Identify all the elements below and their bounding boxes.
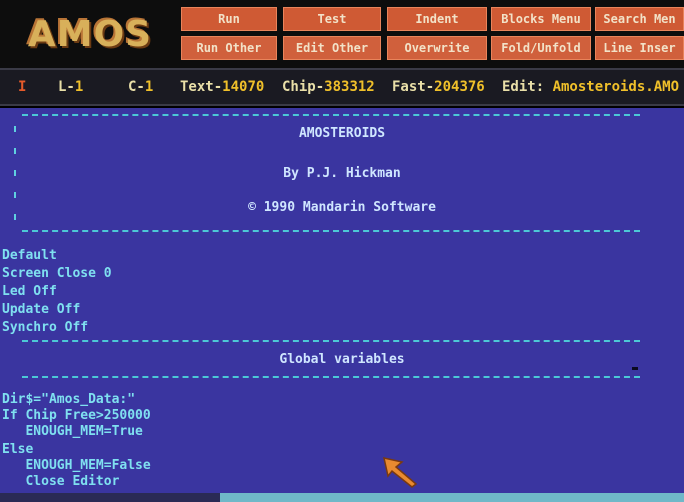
fast-value: 204376 (434, 79, 485, 95)
run-other-button[interactable]: Run Other (181, 36, 277, 60)
comment-separator (22, 230, 640, 232)
edit-other-button[interactable]: Edit Other (283, 36, 381, 60)
blocks-menu-button[interactable]: Blocks Menu (491, 7, 591, 31)
comment-separator (22, 376, 640, 378)
insert-mode-indicator: I (18, 79, 27, 95)
code-line[interactable]: ENOUGH_MEM=True (2, 424, 142, 439)
program-copyright: © 1990 Mandarin Software (248, 200, 436, 215)
column-label: C- (128, 79, 145, 95)
edit-filename: Amosteroids.AMO (552, 79, 680, 95)
code-line[interactable]: Close Editor (2, 474, 119, 489)
overwrite-button[interactable]: Overwrite (387, 36, 487, 60)
program-title: AMOSTEROIDS (298, 126, 386, 141)
code-line[interactable]: ENOUGH_MEM=False (2, 458, 150, 473)
edit-filename-indicator: Edit: Amosteroids.AMO (502, 79, 679, 95)
code-editor[interactable]: AMOSTEROIDS By P.J. Hickman © 1990 Manda… (0, 108, 684, 493)
code-line[interactable]: Default (2, 248, 57, 263)
code-line[interactable]: Led Off (2, 284, 57, 299)
code-line[interactable]: Else (2, 442, 33, 457)
text-label: Text- (180, 79, 223, 95)
text-cursor-mark (632, 367, 638, 370)
scrollbar-thumb[interactable] (0, 493, 220, 502)
section-title: Global variables (279, 352, 405, 367)
fold-marker (14, 148, 16, 154)
toolbar: AMOS Run Test Indent Blocks Menu Search … (0, 0, 684, 68)
code-line[interactable]: If Chip Free>250000 (2, 408, 151, 423)
status-bar: I L-1 C-1 Text-14070 Chip-383312 Fast-20… (0, 68, 684, 106)
fast-memory-indicator: Fast-204376 (392, 79, 485, 95)
text-value: 14070 (222, 79, 265, 95)
logo-text: AMOS (27, 13, 153, 55)
test-button[interactable]: Test (283, 7, 381, 31)
run-button[interactable]: Run (181, 7, 277, 31)
indent-button[interactable]: Indent (387, 7, 487, 31)
column-indicator: C-1 (128, 79, 153, 95)
comment-separator (22, 340, 640, 342)
horizontal-scrollbar[interactable] (0, 493, 684, 502)
mouse-pointer-arrow-icon (383, 457, 418, 488)
fold-marker (14, 192, 16, 198)
chip-memory-indicator: Chip-383312 (282, 79, 375, 95)
code-line[interactable]: Screen Close 0 (2, 266, 112, 281)
line-indicator: L-1 (58, 79, 83, 95)
line-value: 1 (74, 79, 84, 95)
fold-unfold-button[interactable]: Fold/Unfold (491, 36, 591, 60)
amos-logo: AMOS (0, 0, 180, 68)
column-value: 1 (144, 79, 154, 95)
code-line[interactable]: Dir$="Amos_Data:" (2, 392, 135, 407)
code-line[interactable]: Update Off (2, 302, 80, 317)
code-line[interactable]: Synchro Off (2, 320, 88, 335)
fast-label: Fast- (392, 79, 435, 95)
comment-separator (22, 114, 640, 116)
chip-label: Chip- (282, 79, 325, 95)
search-menu-button[interactable]: Search Men (595, 7, 684, 31)
chip-value: 383312 (324, 79, 375, 95)
text-memory-indicator: Text-14070 (180, 79, 264, 95)
line-label: L- (58, 79, 75, 95)
edit-label: Edit: (502, 79, 553, 95)
line-insert-button[interactable]: Line Inser (595, 36, 684, 60)
program-author: By P.J. Hickman (283, 166, 401, 181)
